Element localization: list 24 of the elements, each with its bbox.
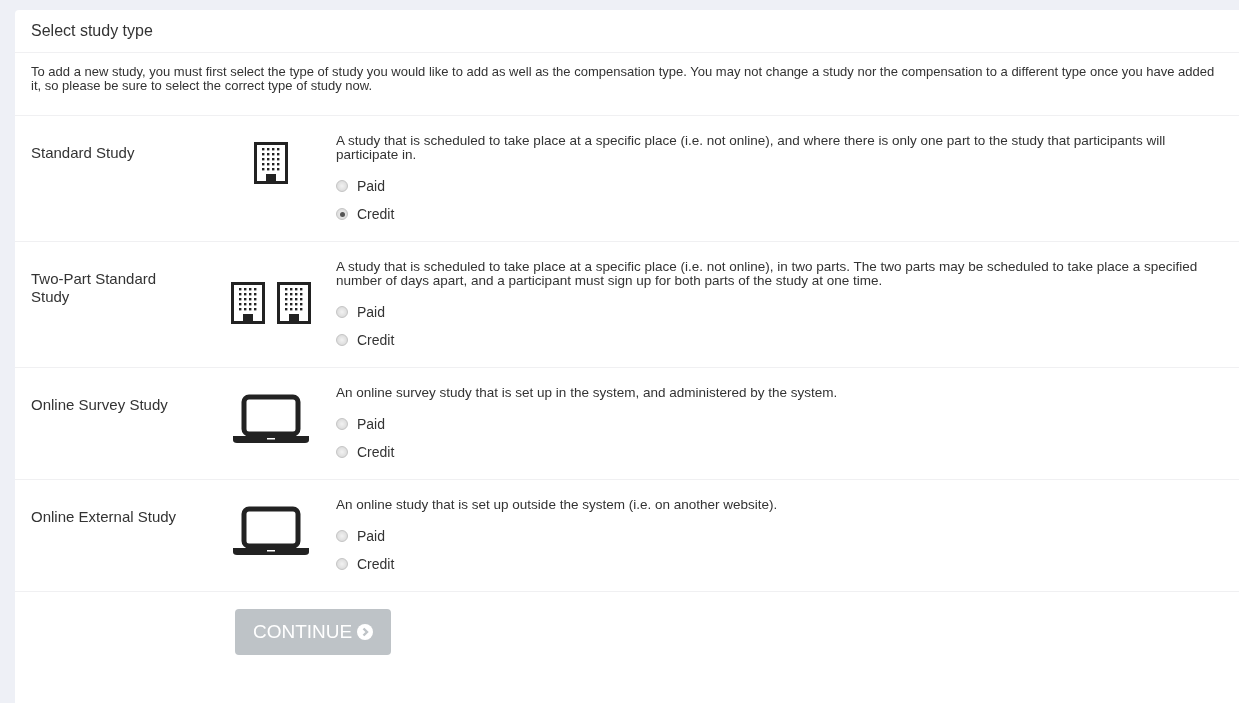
study-description: An online survey study that is set up in the system, and administered by the system. [336, 386, 839, 400]
compensation-radio[interactable]: Credit [336, 438, 395, 466]
compensation-radio[interactable]: Credit [336, 550, 395, 578]
study-description: A study that is scheduled to take place at a specific place (i.e. not online), in two parts. The two parts may be scheduled to take place a specified number of days apart, and a participant must sign up for both parts of the study at one time. [336, 260, 1199, 288]
building-icon [277, 282, 311, 324]
compensation-radio[interactable]: Paid [336, 522, 386, 550]
study-type-name: Online Survey Study [31, 395, 169, 415]
laptop-icon [233, 394, 309, 444]
chevron-right-icon [357, 624, 374, 640]
compensation-radio[interactable]: Paid [336, 298, 386, 326]
panel-title: Select study type [31, 22, 153, 39]
study-type-name: Two-Part Standard Study [31, 269, 158, 307]
compensation-radio[interactable]: Credit [336, 326, 395, 354]
building-icon [254, 142, 288, 184]
compensation-radio[interactable]: Paid [336, 410, 386, 438]
compensation-radio[interactable]: Credit [336, 200, 395, 228]
study-description: A study that is scheduled to take place at a specific place (i.e. not online), and where there is only one part to the study that participants will participate in. [336, 134, 1167, 162]
study-type-name: Online External Study [31, 507, 178, 527]
intro-text: To add a new study, you must first select the type of study you would like to add as well as the compensation type. You may not change a study nor the compensation to a different type once you have added it, so please be sure to select the correct type of study now. [15, 53, 1239, 116]
compensation-radio[interactable]: Paid [336, 172, 386, 200]
laptop-icon [233, 506, 309, 556]
building-icon [231, 282, 265, 324]
study-type-name: Standard Study [31, 143, 136, 163]
study-description: An online study that is set up outside the system (i.e. on another website). [336, 498, 779, 512]
